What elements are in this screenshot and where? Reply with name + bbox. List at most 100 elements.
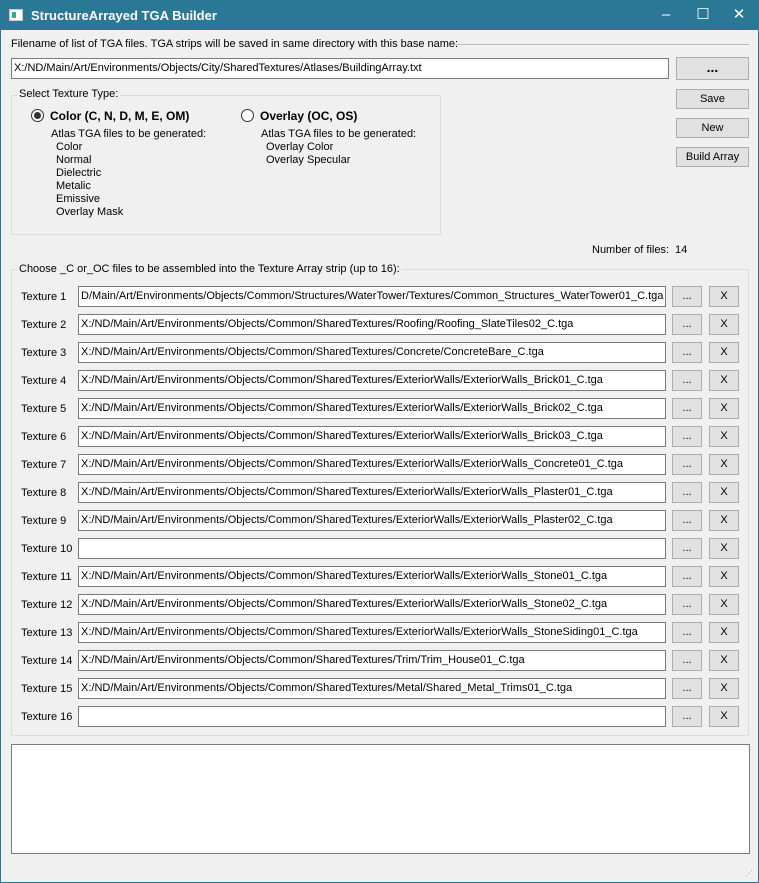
texture-path-input[interactable]: X:/ND/Main/Art/Environments/Objects/Comm…	[78, 678, 666, 699]
filename-input[interactable]: X:/ND/Main/Art/Environments/Objects/City…	[11, 58, 669, 79]
texture-browse-button[interactable]: ...	[672, 678, 702, 699]
texture-browse-button[interactable]: ...	[672, 566, 702, 587]
texture-clear-button[interactable]: X	[709, 482, 739, 503]
texture-label: Texture 6	[21, 431, 67, 443]
file-item: Metalic	[56, 180, 91, 192]
build-array-button[interactable]: Build Array	[676, 147, 749, 167]
color-files-list: Color Normal Dielectric Metalic Emissive…	[56, 141, 123, 219]
texture-clear-button[interactable]: X	[709, 538, 739, 559]
num-files-value: 14	[675, 244, 688, 256]
output-log[interactable]	[11, 744, 750, 854]
texture-clear-button[interactable]: X	[709, 314, 739, 335]
texture-path-input[interactable]: X:/ND/Main/Art/Environments/Objects/Comm…	[78, 510, 666, 531]
texture-clear-button[interactable]: X	[709, 510, 739, 531]
texture-browse-button[interactable]: ...	[672, 342, 702, 363]
texture-clear-button[interactable]: X	[709, 594, 739, 615]
texture-browse-button[interactable]: ...	[672, 594, 702, 615]
texture-label: Texture 4	[21, 375, 67, 387]
texture-browse-button[interactable]: ...	[672, 314, 702, 335]
texture-clear-button[interactable]: X	[709, 426, 739, 447]
texture-label: Texture 16	[21, 711, 73, 723]
file-item: Emissive	[56, 193, 101, 205]
texture-clear-button[interactable]: X	[709, 286, 739, 307]
window-title: StructureArrayed TGA Builder	[31, 8, 217, 23]
color-radio[interactable]	[31, 109, 44, 122]
texture-label: Texture 12	[21, 599, 73, 611]
texture-browse-button[interactable]: ...	[672, 426, 702, 447]
texture-browse-button[interactable]: ...	[672, 622, 702, 643]
save-button[interactable]: Save	[676, 89, 749, 109]
texture-path-input[interactable]: X:/ND/Main/Art/Environments/Objects/Comm…	[78, 622, 666, 643]
texture-path-input[interactable]: X:/ND/Main/Art/Environments/Objects/Comm…	[78, 426, 666, 447]
texture-browse-button[interactable]: ...	[672, 538, 702, 559]
texture-path-input[interactable]: D/Main/Art/Environments/Objects/Common/S…	[78, 286, 666, 307]
texture-label: Texture 2	[21, 319, 67, 331]
texture-clear-button[interactable]: X	[709, 622, 739, 643]
file-item: Overlay Color	[266, 141, 334, 153]
minimize-button[interactable]: –	[648, 1, 684, 30]
texture-browse-button[interactable]: ...	[672, 370, 702, 391]
texture-clear-button[interactable]: X	[709, 454, 739, 475]
texture-browse-button[interactable]: ...	[672, 650, 702, 671]
close-button[interactable]: ✕	[721, 1, 757, 30]
file-item: Color	[56, 141, 83, 153]
texture-browse-button[interactable]: ...	[672, 482, 702, 503]
texture-path-input[interactable]	[78, 706, 666, 727]
texture-label: Texture 1	[21, 291, 67, 303]
texture-browse-button[interactable]: ...	[672, 454, 702, 475]
texture-clear-button[interactable]: X	[709, 370, 739, 391]
file-item: Dielectric	[56, 167, 102, 179]
title-bar[interactable]: StructureArrayed TGA Builder – ☐ ✕	[1, 1, 758, 30]
texture-label: Texture 10	[21, 543, 73, 555]
texture-path-input[interactable]: X:/ND/Main/Art/Environments/Objects/Comm…	[78, 566, 666, 587]
texture-label: Texture 5	[21, 403, 67, 415]
new-button[interactable]: New	[676, 118, 749, 138]
file-item: Overlay Mask	[56, 206, 124, 218]
texture-path-input[interactable]: X:/ND/Main/Art/Environments/Objects/Comm…	[78, 314, 666, 335]
textures-label: Choose _C or_OC files to be assembled in…	[17, 263, 402, 275]
texture-type-label: Select Texture Type:	[17, 88, 121, 100]
texture-clear-button[interactable]: X	[709, 706, 739, 727]
texture-path-input[interactable]: X:/ND/Main/Art/Environments/Objects/Comm…	[78, 594, 666, 615]
browse-filename-button[interactable]: ...	[676, 57, 749, 80]
color-radio-label[interactable]: Color (C, N, D, M, E, OM)	[50, 109, 189, 123]
divider	[451, 44, 749, 45]
texture-label: Texture 14	[21, 655, 73, 667]
texture-label: Texture 8	[21, 487, 67, 499]
main-window: StructureArrayed TGA Builder – ☐ ✕ Filen…	[0, 0, 759, 883]
texture-path-input[interactable]: X:/ND/Main/Art/Environments/Objects/Comm…	[78, 398, 666, 419]
texture-clear-button[interactable]: X	[709, 566, 739, 587]
app-icon	[9, 9, 23, 21]
texture-path-input[interactable]: X:/ND/Main/Art/Environments/Objects/Comm…	[78, 650, 666, 671]
texture-label: Texture 9	[21, 515, 67, 527]
overlay-files-list: Overlay Color Overlay Specular	[266, 141, 350, 167]
maximize-button[interactable]: ☐	[685, 1, 721, 30]
overlay-radio-label[interactable]: Overlay (OC, OS)	[260, 109, 357, 123]
texture-browse-button[interactable]: ...	[672, 286, 702, 307]
texture-label: Texture 3	[21, 347, 67, 359]
overlay-radio[interactable]	[241, 109, 254, 122]
texture-clear-button[interactable]: X	[709, 678, 739, 699]
texture-browse-button[interactable]: ...	[672, 398, 702, 419]
texture-clear-button[interactable]: X	[709, 342, 739, 363]
num-files-label: Number of files:	[592, 244, 670, 256]
texture-path-input[interactable]: X:/ND/Main/Art/Environments/Objects/Comm…	[78, 482, 666, 503]
filename-label: Filename of list of TGA files. TGA strip…	[11, 38, 459, 50]
file-item: Normal	[56, 154, 92, 166]
texture-path-input[interactable]: X:/ND/Main/Art/Environments/Objects/Comm…	[78, 370, 666, 391]
texture-label: Texture 13	[21, 627, 73, 639]
file-item: Overlay Specular	[266, 154, 351, 166]
texture-path-input[interactable]	[78, 538, 666, 559]
color-files-heading: Atlas TGA files to be generated:	[51, 128, 207, 140]
texture-clear-button[interactable]: X	[709, 398, 739, 419]
texture-browse-button[interactable]: ...	[672, 706, 702, 727]
texture-clear-button[interactable]: X	[709, 650, 739, 671]
texture-browse-button[interactable]: ...	[672, 510, 702, 531]
texture-label: Texture 11	[21, 571, 72, 583]
resize-grip[interactable]: ⋰	[745, 869, 755, 879]
texture-path-input[interactable]: X:/ND/Main/Art/Environments/Objects/Comm…	[78, 342, 666, 363]
texture-label: Texture 7	[21, 459, 67, 471]
texture-label: Texture 15	[21, 683, 73, 695]
texture-path-input[interactable]: X:/ND/Main/Art/Environments/Objects/Comm…	[78, 454, 666, 475]
overlay-files-heading: Atlas TGA files to be generated:	[261, 128, 417, 140]
